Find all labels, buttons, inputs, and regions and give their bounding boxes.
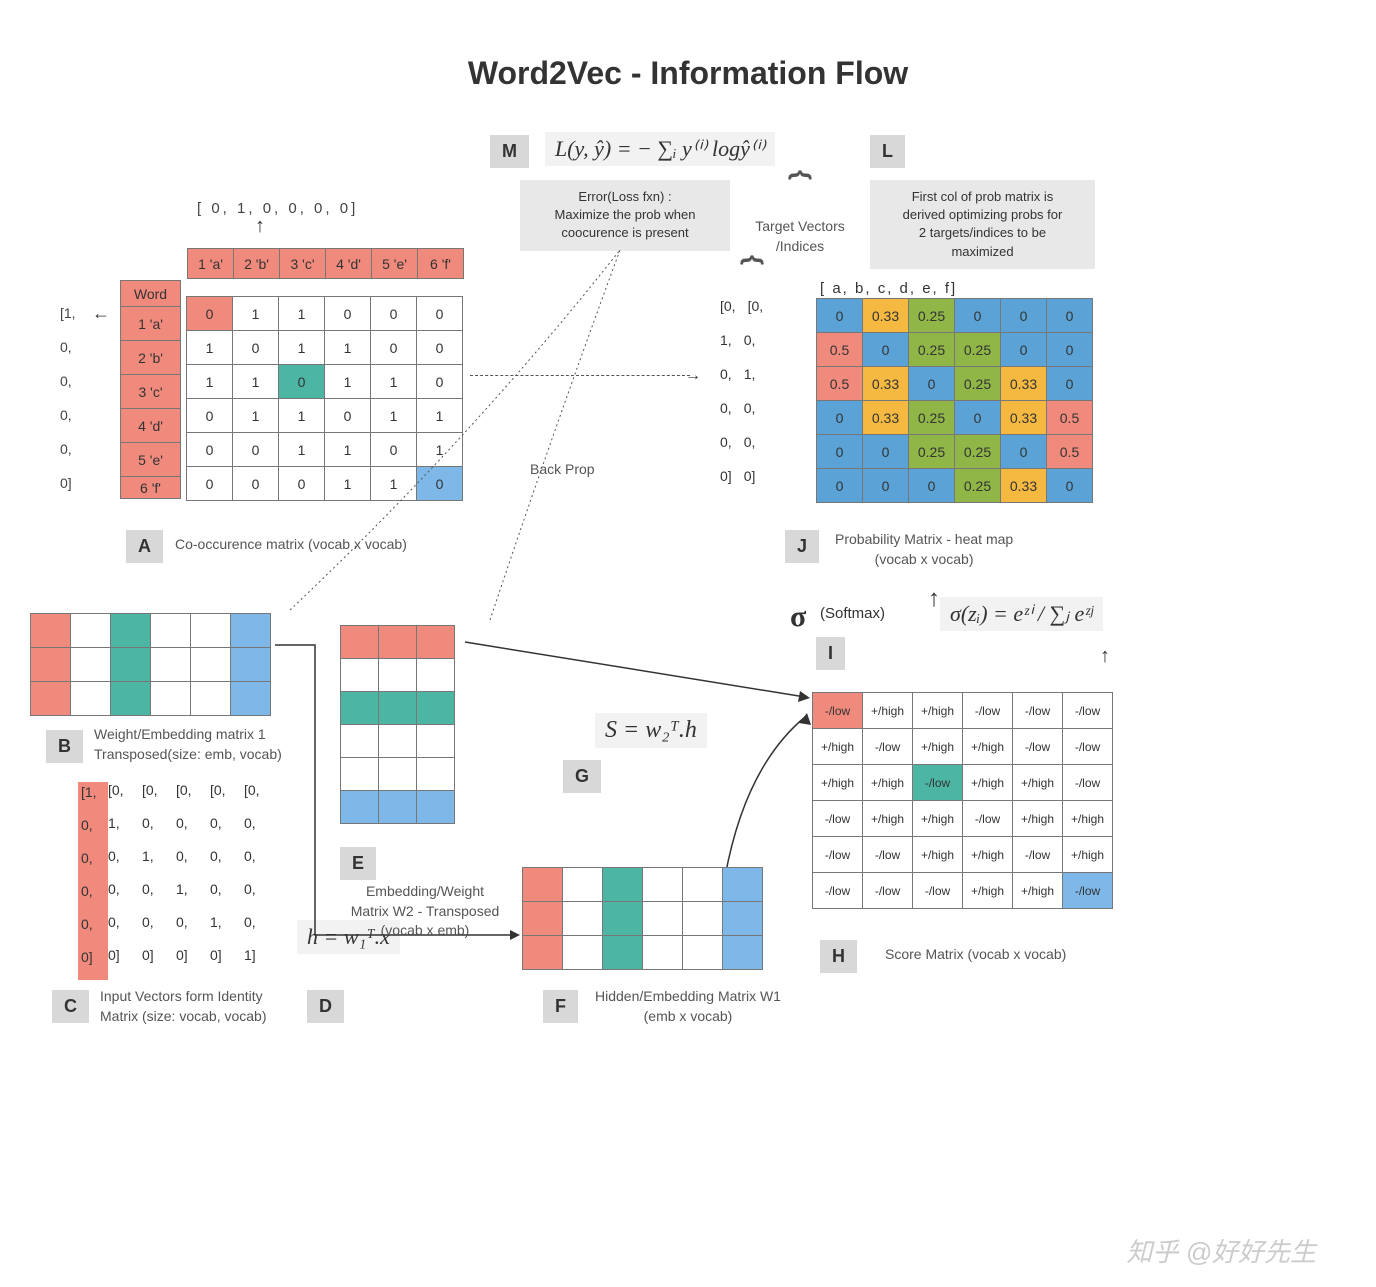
arrow-up-sigma-icon: ↑ <box>1100 645 1110 668</box>
b-matrix <box>30 613 271 716</box>
c-matrix: [1,[0,[0,[0,[0,[0,0,1,0,0,0,0,0,0,1,0,0,… <box>78 782 278 980</box>
tag-b: B <box>46 730 83 763</box>
l-caption: First col of prob matrix is derived opti… <box>870 180 1095 269</box>
formula-loss: L(y, ŷ) = − ∑ᵢ y⁽ⁱ⁾ logŷ⁽ⁱ⁾ <box>545 132 775 166</box>
arrow-up-j-icon: ↑ <box>928 585 940 613</box>
tag-i: I <box>816 637 845 670</box>
c-caption: Input Vectors form Identity Matrix (size… <box>100 987 267 1026</box>
tag-c: C <box>52 990 89 1023</box>
softmax-label: (Softmax) <box>820 605 885 622</box>
brace-left-icon: ⏞ <box>740 255 764 302</box>
sigma-icon: σ <box>790 600 806 634</box>
target-label: Target Vectors /Indices <box>740 217 860 256</box>
tag-h: H <box>820 940 857 973</box>
e-matrix <box>340 625 455 824</box>
j-caption: Probability Matrix - heat map (vocab x v… <box>835 530 1013 569</box>
tag-d: D <box>307 990 344 1023</box>
arrow-right-icon: → <box>685 367 701 385</box>
a-matrix: 011000101100110110011011001101000110 <box>186 296 463 501</box>
formula-softmax: σ(zᵢ) = eᶻⁱ / ∑ⱼ eᶻʲ <box>940 597 1103 631</box>
arrow-a-j <box>470 375 690 376</box>
page-title: Word2Vec - Information Flow <box>0 55 1376 92</box>
arrow-left-icon: ← <box>92 303 110 324</box>
j-left-cols: [0,[0,1,0,0,1,0,0,0,0,0]0] <box>720 298 763 502</box>
f-caption: Hidden/Embedding Matrix W1 (emb x vocab) <box>595 987 781 1026</box>
tag-a: A <box>126 530 163 563</box>
f-matrix <box>522 867 763 970</box>
watermark: 知乎 @好好先生 <box>1126 1232 1316 1269</box>
loss-note: Error(Loss fxn) : Maximize the prob when… <box>520 180 730 251</box>
arrow-up-icon: ↑ <box>255 215 265 238</box>
tag-j: J <box>785 530 819 563</box>
h-matrix: -/low+/high+/high-/low-/low-/low+/high-/… <box>812 692 1113 909</box>
b-caption: Weight/Embedding matrix 1 Transposed(siz… <box>94 725 282 764</box>
tag-l: L <box>870 135 905 168</box>
tag-m: M <box>490 135 529 168</box>
tag-f: F <box>543 990 578 1023</box>
h-caption: Score Matrix (vocab x vocab) <box>885 945 1066 965</box>
tag-e: E <box>340 847 376 880</box>
j-matrix: 00.330.250000.500.250.25000.50.3300.250.… <box>816 298 1093 503</box>
a-row-labels: Word1 'a'2 'b'3 'c'4 'd'5 'e'6 'f' <box>120 280 181 499</box>
a-col-headers: 1 'a'2 'b'3 'c'4 'd'5 'e'6 'f' <box>187 248 464 279</box>
a-caption: Co-occurence matrix (vocab x vocab) <box>175 535 407 555</box>
brace-icon: ⏞ <box>740 170 860 217</box>
j-col-labels: [ a, b, c, d, e, f] <box>820 280 957 297</box>
left-vector: [1,0,0,0,0,0] <box>60 305 76 509</box>
top-vector: [ 0, 1, 0, 0, 0, 0] <box>197 200 358 217</box>
backprop-label: Back Prop <box>530 460 595 480</box>
